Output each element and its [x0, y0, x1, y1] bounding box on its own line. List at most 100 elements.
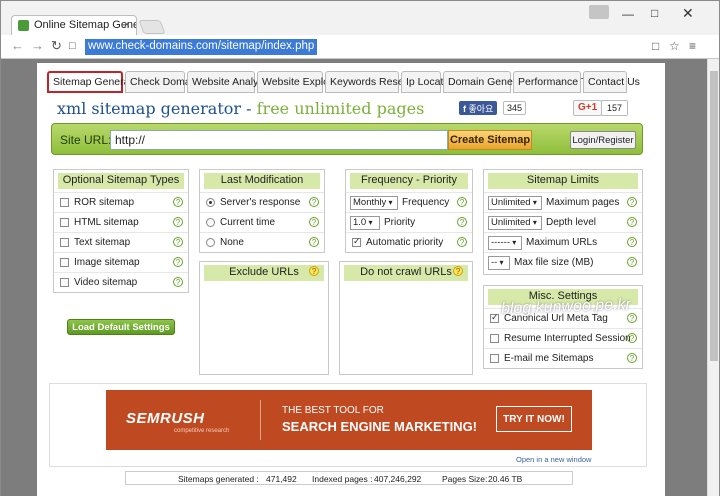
depth-level-select[interactable]: Unlimited — [488, 216, 542, 230]
close-window-icon[interactable]: ✕ — [682, 5, 694, 22]
menu-icon[interactable]: ≡ — [689, 39, 696, 53]
facebook-like-count: 345 — [503, 101, 527, 115]
help-icon[interactable]: ? — [173, 277, 183, 287]
stats-generated-label: Sitemaps generated : — [178, 474, 259, 484]
tab-keywords-research[interactable]: Keywords Research — [325, 71, 424, 93]
option-row[interactable]: None? — [200, 232, 324, 252]
translate-icon[interactable]: □ — [652, 39, 659, 53]
help-icon[interactable]: ? — [627, 313, 637, 323]
semrush-banner[interactable]: SEMRUSH competitive research THE BEST TO… — [106, 390, 592, 450]
vertical-scrollbar[interactable] — [707, 59, 719, 496]
checkbox[interactable] — [60, 278, 69, 287]
browser-toolbar: ← → ↻ □ www.check-domains.com/sitemap/in… — [1, 35, 719, 59]
checkbox[interactable] — [490, 312, 499, 323]
close-tab-icon[interactable]: × — [124, 19, 130, 31]
option-row[interactable]: HTML sitemap? — [54, 212, 188, 232]
google-plus-button[interactable]: G+1 — [573, 100, 603, 116]
tab-website-analyzer[interactable]: Website Analyzer — [187, 71, 273, 93]
help-icon[interactable]: ? — [173, 217, 183, 227]
checkbox[interactable] — [490, 354, 499, 363]
option-row[interactable]: Text sitemap? — [54, 232, 188, 252]
help-icon[interactable]: ? — [457, 237, 467, 247]
max-pages-select[interactable]: Unlimited — [488, 196, 542, 210]
back-icon[interactable]: ← — [11, 38, 24, 53]
banner-line2: SEARCH ENGINE MARKETING! — [282, 419, 478, 434]
facebook-like-button[interactable]: f 좋아요 — [459, 101, 498, 115]
help-icon[interactable]: ? — [309, 266, 319, 276]
scroll-thumb[interactable] — [710, 71, 718, 361]
help-icon[interactable]: ? — [173, 257, 183, 267]
max-urls-select[interactable]: ------ — [488, 236, 522, 250]
page-info-icon[interactable]: □ — [69, 40, 76, 52]
site-url-bar: Site URL: http:// Create Sitemap Login/R… — [51, 123, 643, 155]
bookmark-star-icon[interactable]: ☆ — [669, 39, 680, 53]
panel-title: Optional Sitemap Types — [58, 173, 184, 189]
checkbox[interactable] — [60, 258, 69, 267]
option-row[interactable]: Image sitemap? — [54, 252, 188, 272]
do-not-crawl-urls-panel[interactable]: Do not crawl URLs? — [339, 261, 473, 375]
login-register-button[interactable]: Login/Register — [570, 131, 636, 149]
user-profile-icon[interactable] — [589, 5, 609, 19]
stats-size-label: Pages Size: — [442, 474, 488, 484]
forward-icon[interactable]: → — [31, 38, 44, 53]
help-icon[interactable]: ? — [453, 266, 463, 276]
checkbox[interactable] — [60, 198, 69, 207]
help-icon[interactable]: ? — [173, 237, 183, 247]
option-row[interactable]: Server's response? — [200, 192, 324, 212]
checkbox[interactable] — [60, 238, 69, 247]
site-url-input[interactable]: http:// — [110, 130, 448, 150]
checkbox[interactable] — [352, 236, 361, 247]
frequency-select[interactable]: Monthly — [350, 196, 398, 210]
option-row[interactable]: Resume Interrupted Session? — [484, 328, 642, 348]
stats-bar: Sitemaps generated : 471,492 Indexed pag… — [125, 471, 573, 485]
tab-domain-generator[interactable]: Domain Generator — [443, 71, 534, 93]
option-row[interactable]: ROR sitemap? — [54, 192, 188, 212]
address-bar[interactable]: www.check-domains.com/sitemap/index.php — [85, 39, 318, 55]
tab-sitemap-generator[interactable]: Sitemap Generator — [47, 71, 142, 93]
option-row[interactable]: E-mail me Sitemaps? — [484, 348, 642, 368]
load-default-settings-button[interactable]: Load Default Settings — [67, 319, 175, 335]
radio-button[interactable] — [206, 238, 215, 247]
help-icon[interactable]: ? — [309, 237, 319, 247]
option-row[interactable]: Video sitemap? — [54, 272, 188, 292]
priority-select[interactable]: 1.0 — [350, 216, 380, 230]
help-icon[interactable]: ? — [309, 217, 319, 227]
semrush-tagline: competitive research — [174, 428, 230, 434]
tab-ip-locator[interactable]: Ip Locator — [401, 71, 453, 93]
help-icon[interactable]: ? — [173, 197, 183, 207]
tab-website-explorer[interactable]: Website Explorer — [257, 71, 342, 93]
minimize-icon[interactable]: — — [622, 7, 634, 21]
tab-contact-us[interactable]: Contact Us — [583, 71, 640, 93]
help-icon[interactable]: ? — [627, 197, 637, 207]
browser-tab[interactable]: Online Sitemap Generat × — [11, 15, 137, 35]
help-icon[interactable]: ? — [627, 353, 637, 363]
exclude-urls-panel[interactable]: Exclude URLs? — [199, 261, 329, 375]
try-it-now-button[interactable]: TRY IT NOW! — [496, 406, 572, 432]
reload-icon[interactable]: ↻ — [51, 38, 62, 54]
option-row: MonthlyFrequency? — [346, 192, 472, 212]
help-icon[interactable]: ? — [627, 217, 637, 227]
stats-indexed-label: Indexed pages : — [312, 474, 373, 484]
maximize-icon[interactable]: □ — [651, 6, 658, 20]
checkbox[interactable] — [60, 218, 69, 227]
tab-performance-test[interactable]: Performance Test — [513, 71, 600, 93]
help-icon[interactable]: ? — [457, 197, 467, 207]
option-row[interactable]: Automatic priority? — [346, 232, 472, 252]
open-new-window-link[interactable]: Open in a new window — [516, 455, 591, 464]
create-sitemap-button[interactable]: Create Sitemap — [448, 130, 532, 150]
panel-title: Do not crawl URLs? — [344, 265, 468, 281]
max-file-size-select[interactable]: -- — [488, 256, 510, 270]
radio-button[interactable] — [206, 198, 215, 207]
help-icon[interactable]: ? — [627, 333, 637, 343]
new-tab-button[interactable] — [138, 20, 166, 34]
tab-check-domains[interactable]: Check Domains — [125, 71, 204, 93]
help-icon[interactable]: ? — [309, 197, 319, 207]
checkbox[interactable] — [490, 334, 499, 343]
title-bar: Online Sitemap Generat × — □ ✕ — [1, 1, 719, 35]
option-row[interactable]: Current time? — [200, 212, 324, 232]
help-icon[interactable]: ? — [457, 217, 467, 227]
help-icon[interactable]: ? — [627, 257, 637, 267]
frequency-priority-panel: Frequency - Priority MonthlyFrequency? 1… — [345, 169, 473, 253]
radio-button[interactable] — [206, 218, 215, 227]
help-icon[interactable]: ? — [627, 237, 637, 247]
